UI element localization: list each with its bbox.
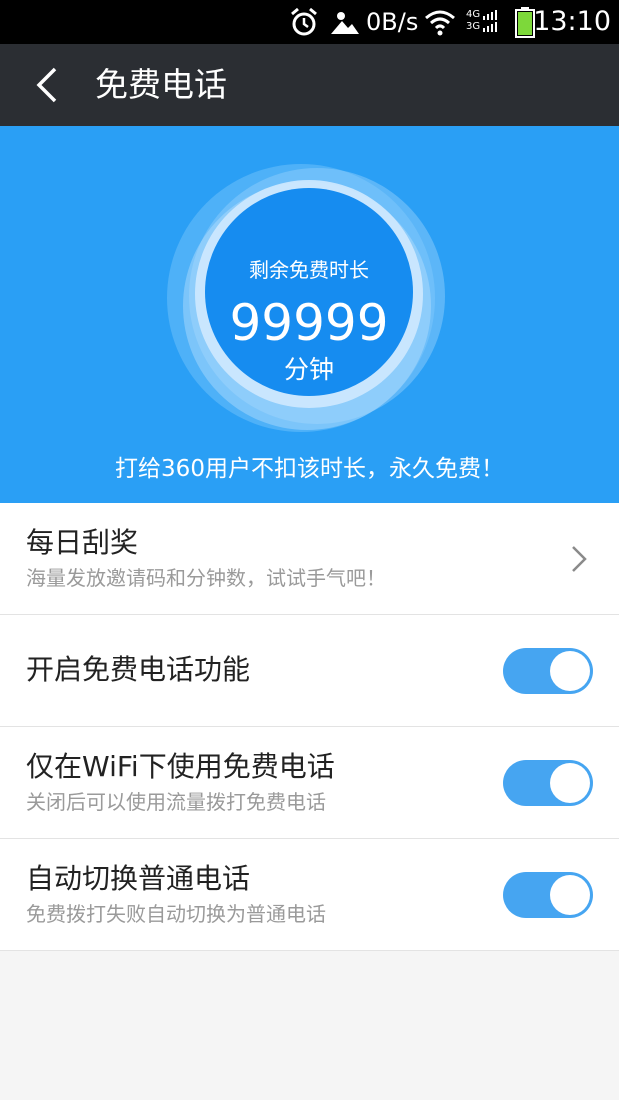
row-subtitle: 海量发放邀请码和分钟数，试试手气吧！ xyxy=(26,566,386,590)
row-title: 仅在WiFi下使用免费电话 xyxy=(26,750,335,783)
remaining-label: 剩余免费时长 xyxy=(249,258,369,282)
status-bar: 0B/s 4G 3G 13:10 xyxy=(0,0,619,44)
row-subtitle: 关闭后可以使用流量拨打免费电话 xyxy=(26,790,326,814)
daily-lottery-row[interactable]: 每日刮奖 海量发放邀请码和分钟数，试试手气吧！ xyxy=(0,503,619,615)
back-arrow-icon xyxy=(36,67,57,103)
free-call-note: 打给360用户不扣该时长，永久免费！ xyxy=(115,456,504,482)
row-title: 开启免费电话功能 xyxy=(26,653,251,686)
settings-list: 每日刮奖 海量发放邀请码和分钟数，试试手气吧！ 开启免费电话功能 仅在WiFi下… xyxy=(0,503,619,951)
auto-switch-toggle[interactable] xyxy=(503,872,593,918)
clock: 13:10 xyxy=(533,6,611,37)
toggle-knob xyxy=(550,875,590,915)
minutes-dial: 剩余免费时长 99999 分钟 xyxy=(167,156,451,440)
toggle-knob xyxy=(550,763,590,803)
enable-free-call-toggle[interactable] xyxy=(503,648,593,694)
wifi-only-toggle[interactable] xyxy=(503,760,593,806)
enable-free-call-row: 开启免费电话功能 xyxy=(0,615,619,727)
free-minutes-panel: 剩余免费时长 99999 分钟 打给360用户不扣该时长，永久免费！ xyxy=(0,126,619,503)
wifi-icon xyxy=(425,10,455,36)
minutes-unit: 分钟 xyxy=(283,355,334,384)
wifi-only-row: 仅在WiFi下使用免费电话 关闭后可以使用流量拨打免费电话 xyxy=(0,727,619,839)
cell-signal-icon xyxy=(483,10,497,32)
alarm-icon xyxy=(291,7,317,36)
row-subtitle: 免费拨打失败自动切换为普通电话 xyxy=(26,902,326,926)
signal-3g-label: 3G xyxy=(466,21,481,32)
weather-icon xyxy=(331,12,359,34)
remaining-minutes: 99999 xyxy=(229,294,389,352)
net-speed: 0B/s xyxy=(366,8,419,36)
row-title: 每日刮奖 xyxy=(26,526,139,559)
title-bar: 免费电话 xyxy=(0,44,619,126)
signal-4g-label: 4G xyxy=(466,9,481,20)
back-button[interactable] xyxy=(22,60,72,110)
toggle-knob xyxy=(550,651,590,691)
auto-switch-row: 自动切换普通电话 免费拨打失败自动切换为普通电话 xyxy=(0,839,619,951)
chevron-right-icon xyxy=(572,546,587,572)
row-title: 自动切换普通电话 xyxy=(26,862,251,895)
page-title: 免费电话 xyxy=(95,65,227,104)
